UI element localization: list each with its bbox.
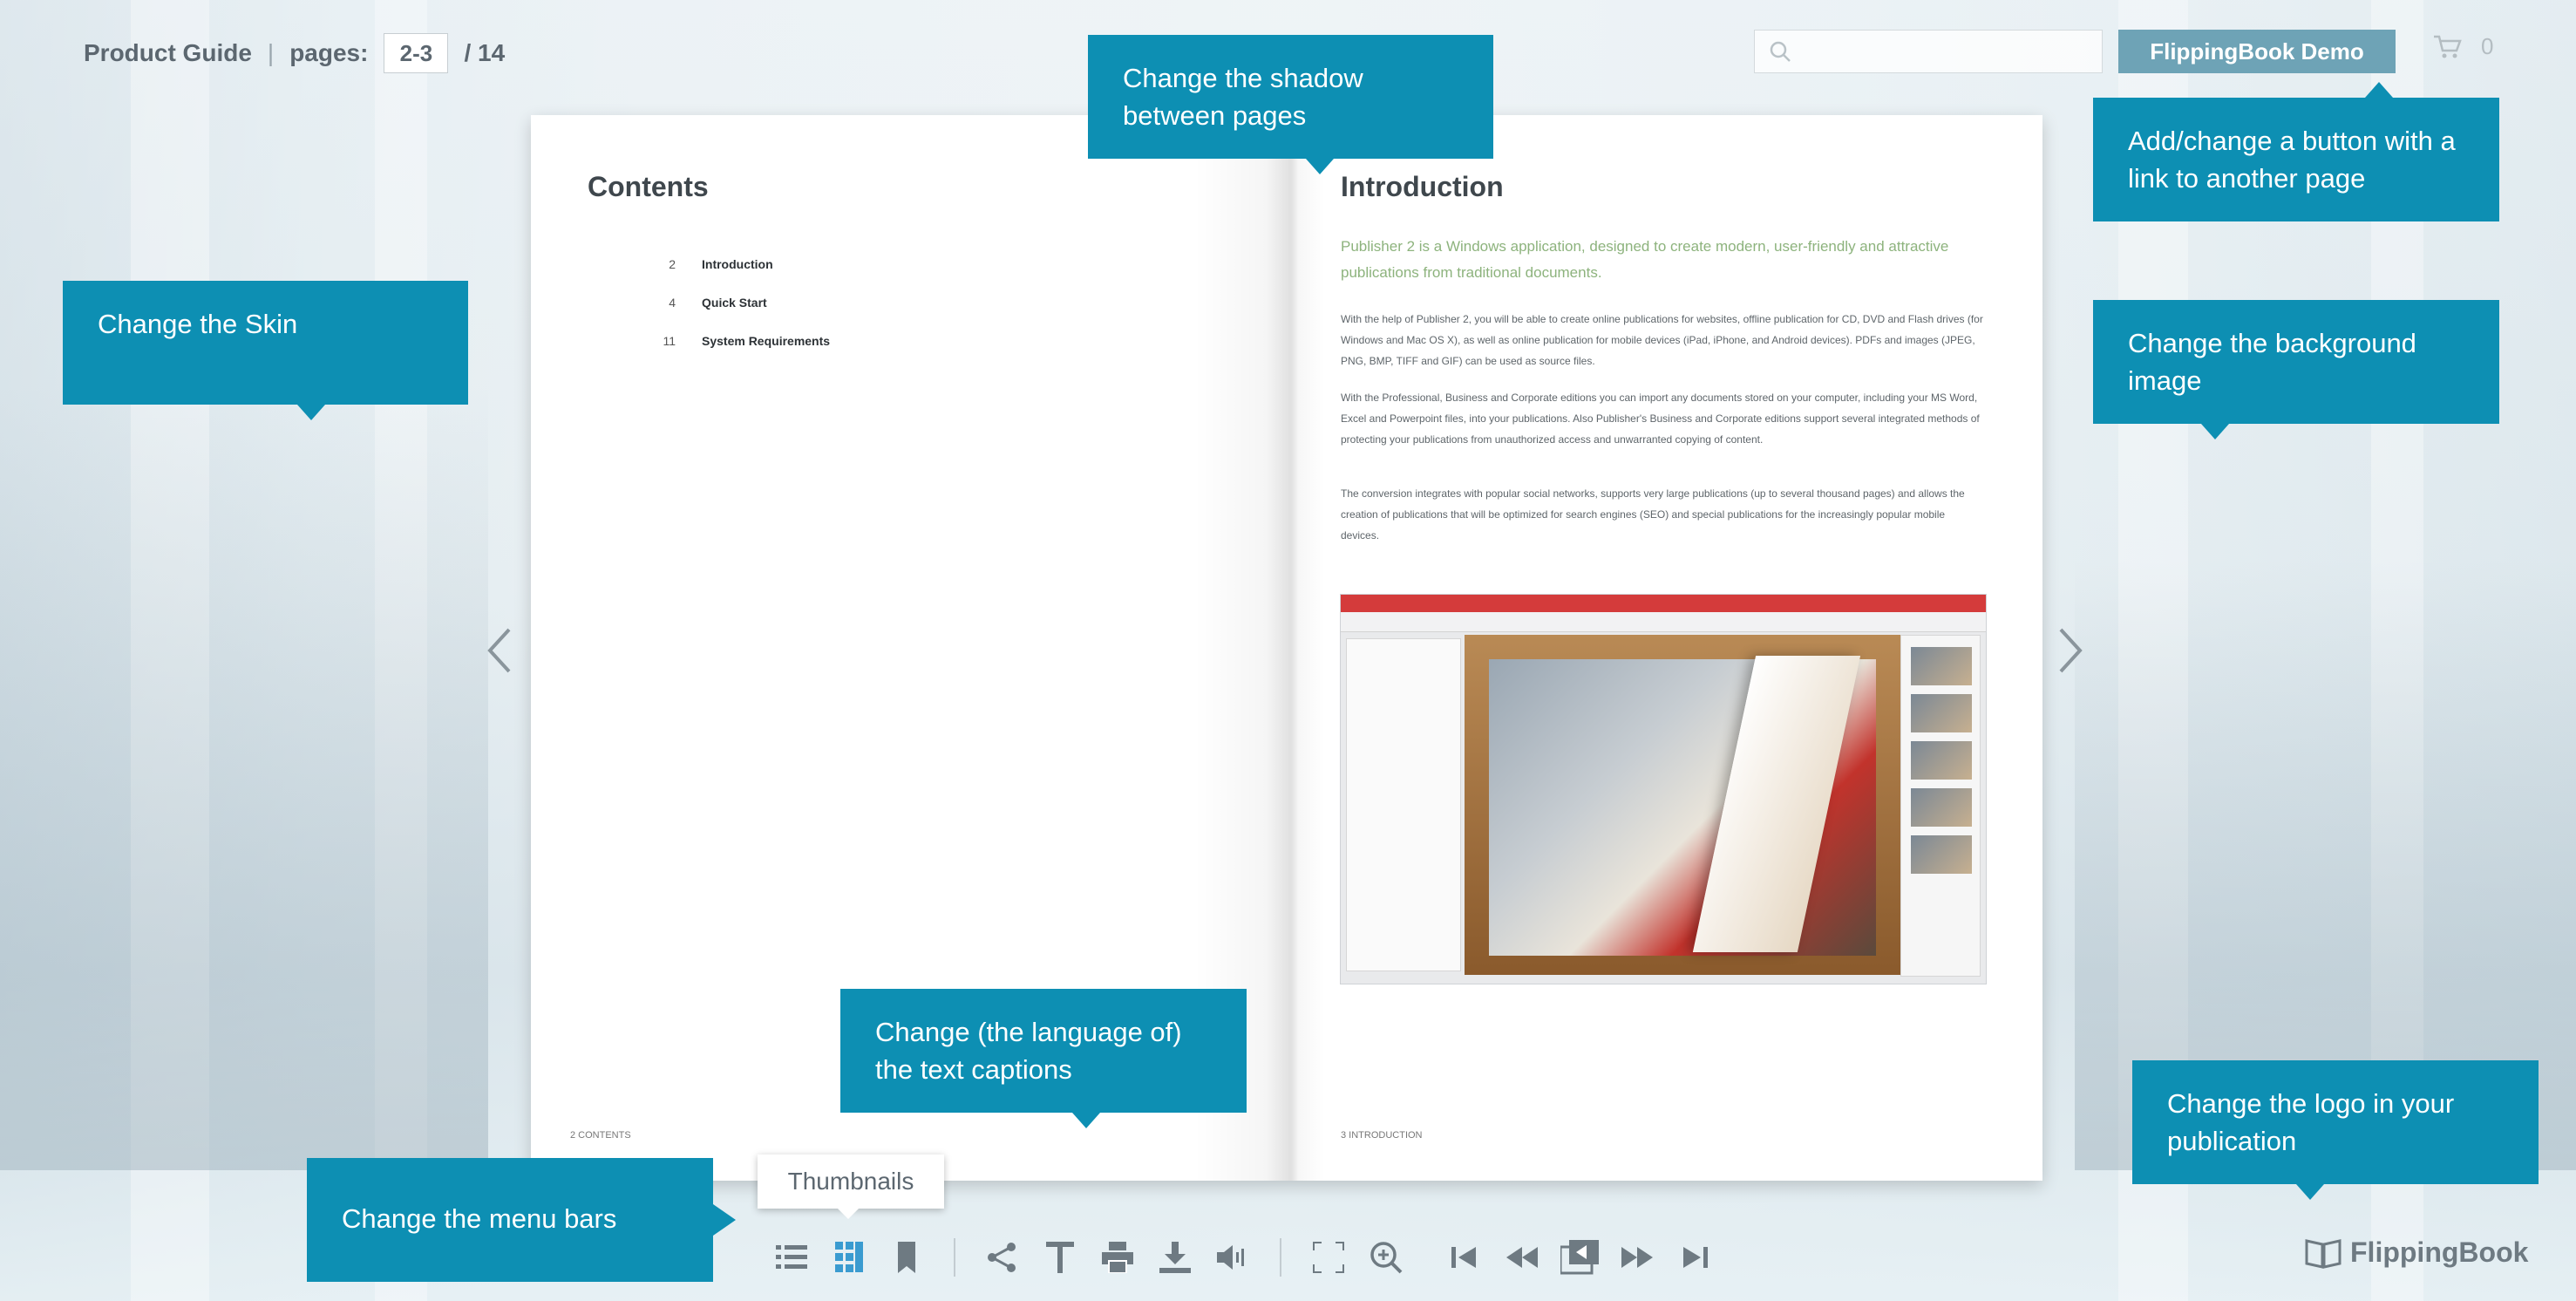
table-of-contents-button[interactable]	[771, 1236, 812, 1278]
cart-icon	[2434, 35, 2462, 58]
last-page-button[interactable]	[1674, 1236, 1716, 1278]
intro-lead-text: Publisher 2 is a Windows application, de…	[1341, 238, 1949, 281]
page-flip-icon	[1560, 1240, 1599, 1275]
intro-paragraph: With the Professional, Business and Corp…	[1341, 392, 1980, 446]
callout-text-captions: Change (the language of) the text captio…	[840, 989, 1247, 1128]
first-page-icon	[1451, 1247, 1476, 1268]
bottom-toolbar	[771, 1236, 1731, 1278]
flippingbook-logo[interactable]: FlippingBook	[2305, 1236, 2528, 1269]
logo-text: FlippingBook	[2350, 1236, 2529, 1268]
toc-item[interactable]: 11 System Requirements	[658, 334, 830, 348]
callout-shadow: Change the shadow between pages	[1088, 35, 1493, 174]
toc-item[interactable]: 4 Quick Start	[658, 296, 767, 310]
next-page-button[interactable]	[1616, 1236, 1658, 1278]
publication-title: Product Guide	[84, 39, 252, 66]
download-button[interactable]	[1154, 1236, 1196, 1278]
last-page-icon	[1683, 1247, 1708, 1268]
previous-page-button[interactable]	[1501, 1236, 1543, 1278]
toc-page-number: 11	[663, 334, 676, 348]
share-button[interactable]	[982, 1236, 1023, 1278]
left-page-footer: 2 CONTENTS	[570, 1130, 631, 1141]
toc-label: Introduction	[702, 257, 773, 271]
callout-logo: Change the logo in your publication	[2132, 1060, 2539, 1200]
thumbnails-tooltip: Thumbnails	[758, 1155, 944, 1219]
next-page-icon	[1621, 1247, 1653, 1268]
zoom-button[interactable]	[1365, 1236, 1407, 1278]
book-icon	[2305, 1238, 2342, 1269]
callout-background: Change the background image	[2093, 300, 2499, 439]
intro-paragraph: With the help of Publisher 2, you will b…	[1341, 313, 1983, 367]
background-city-left	[0, 385, 488, 1170]
toc-label: System Requirements	[702, 334, 831, 348]
bookmarks-button[interactable]	[886, 1236, 928, 1278]
next-page-arrow-icon[interactable]	[2056, 626, 2085, 675]
cart-count: 0	[2481, 33, 2494, 59]
fullscreen-button[interactable]	[1308, 1236, 1349, 1278]
title-separator: |	[267, 39, 275, 66]
print-icon	[1102, 1242, 1133, 1273]
total-pages: / 14	[464, 39, 506, 66]
publisher-screenshot-image	[1340, 594, 1987, 984]
toolbar-divider	[1280, 1238, 1281, 1277]
right-page-title: Introduction	[1341, 171, 1504, 202]
callout-menu-bars: Change the menu bars	[307, 1158, 736, 1282]
first-page-button[interactable]	[1444, 1236, 1485, 1278]
right-page-footer: 3 INTRODUCTION	[1341, 1130, 1423, 1141]
list-icon	[776, 1245, 807, 1269]
page-flip-button[interactable]	[1559, 1236, 1601, 1278]
fullscreen-icon	[1313, 1242, 1344, 1273]
top-bar-left: Product Guide | pages: 2-3 / 14	[84, 33, 505, 73]
previous-page-arrow-icon[interactable]	[485, 626, 514, 675]
previous-page-icon	[1506, 1247, 1538, 1268]
callout-skin: Change the Skin	[63, 281, 468, 420]
text-button[interactable]	[1039, 1236, 1081, 1278]
text-icon	[1046, 1242, 1074, 1273]
toc-page-number: 4	[669, 296, 676, 310]
thumbnails-button[interactable]	[828, 1236, 870, 1278]
sound-button[interactable]	[1212, 1236, 1254, 1278]
callout-button-link: Add/change a button with a link to anoth…	[2093, 82, 2499, 221]
search-icon	[1770, 41, 1791, 62]
share-icon	[988, 1243, 1016, 1272]
flippingbook-demo-button[interactable]: FlippingBook Demo	[2118, 30, 2396, 73]
search-input[interactable]	[1791, 33, 2102, 70]
left-page-title: Contents	[588, 171, 709, 202]
cart[interactable]: 0	[2432, 33, 2493, 60]
bookmark-icon	[898, 1242, 915, 1273]
pages-label: pages:	[289, 39, 369, 66]
download-icon	[1159, 1242, 1191, 1273]
search-box[interactable]	[1754, 30, 2103, 73]
sound-icon	[1217, 1245, 1244, 1270]
intro-paragraph: The conversion integrates with popular s…	[1341, 487, 1965, 542]
toc-page-number: 2	[669, 257, 676, 271]
print-button[interactable]	[1097, 1236, 1138, 1278]
page-number-input[interactable]: 2-3	[384, 33, 449, 73]
thumbnails-icon	[835, 1242, 863, 1272]
zoom-icon	[1370, 1242, 1403, 1274]
toolbar-divider	[954, 1238, 955, 1277]
toc-label: Quick Start	[702, 296, 767, 310]
toc-item[interactable]: 2 Introduction	[658, 257, 773, 271]
